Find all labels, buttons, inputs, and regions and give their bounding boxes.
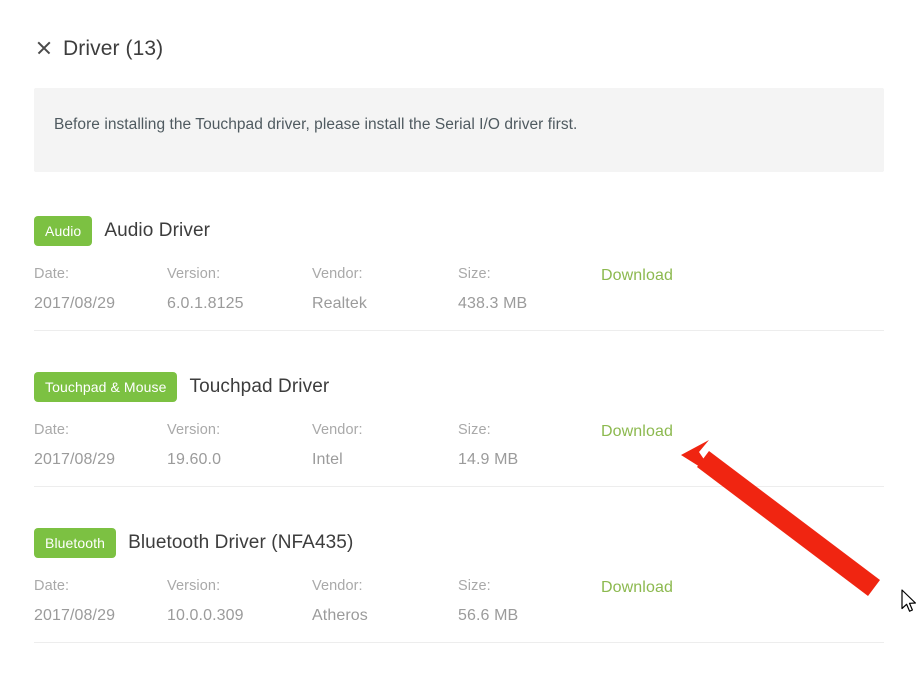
category-badge: Bluetooth [34,528,116,558]
notice-text: Before installing the Touchpad driver, p… [54,114,577,136]
meta-vendor: Vendor: Intel [312,423,363,468]
vendor-label: Vendor: [312,267,367,282]
meta-size: Size: 56.6 MB [458,579,518,624]
notice-banner: Before installing the Touchpad driver, p… [34,88,884,172]
page-header: Driver (13) [0,0,919,63]
table-row: Touchpad & Mouse Touchpad Driver Date: 2… [34,372,884,487]
meta-action: Download [601,423,673,441]
version-value: 19.60.0 [167,452,221,468]
date-value: 2017/08/29 [34,296,115,312]
driver-title: Bluetooth Driver (NFA435) [128,532,353,554]
row-spacer [34,331,884,372]
vendor-label: Vendor: [312,579,368,594]
mouse-cursor [901,589,919,615]
vendor-label: Vendor: [312,423,363,438]
meta-date: Date: 2017/08/29 [34,423,115,468]
vendor-value: Atheros [312,608,368,624]
date-label: Date: [34,423,115,438]
meta-size: Size: 438.3 MB [458,267,527,312]
size-label: Size: [458,267,527,282]
meta-vendor: Vendor: Atheros [312,579,368,624]
page-title: Driver (13) [63,38,163,59]
vendor-value: Realtek [312,296,367,312]
driver-meta: Date: 2017/08/29 Version: 6.0.1.8125 Ven… [34,267,884,327]
driver-list-page: Driver (13) Before installing the Touchp… [0,0,919,687]
driver-meta: Date: 2017/08/29 Version: 10.0.0.309 Ven… [34,579,884,639]
driver-list: Audio Audio Driver Date: 2017/08/29 Vers… [34,216,884,643]
meta-version: Version: 10.0.0.309 [167,579,244,624]
driver-header: Touchpad & Mouse Touchpad Driver [34,372,884,402]
version-label: Version: [167,267,244,282]
driver-header: Bluetooth Bluetooth Driver (NFA435) [34,528,884,558]
meta-vendor: Vendor: Realtek [312,267,367,312]
date-label: Date: [34,267,115,282]
driver-title: Touchpad Driver [189,376,329,398]
vendor-value: Intel [312,452,363,468]
table-row: Audio Audio Driver Date: 2017/08/29 Vers… [34,216,884,331]
category-badge: Audio [34,216,92,246]
version-value: 10.0.0.309 [167,608,244,624]
size-value: 56.6 MB [458,608,518,624]
date-label: Date: [34,579,115,594]
driver-meta: Date: 2017/08/29 Version: 19.60.0 Vendor… [34,423,884,483]
driver-header: Audio Audio Driver [34,216,884,246]
meta-size: Size: 14.9 MB [458,423,518,468]
size-label: Size: [458,423,518,438]
download-link[interactable]: Download [601,579,673,596]
date-value: 2017/08/29 [34,452,115,468]
meta-action: Download [601,267,673,285]
row-separator [34,642,884,643]
version-label: Version: [167,579,244,594]
meta-action: Download [601,579,673,597]
driver-title: Audio Driver [104,220,210,242]
table-row: Bluetooth Bluetooth Driver (NFA435) Date… [34,528,884,643]
download-link[interactable]: Download [601,267,673,284]
close-icon[interactable] [34,38,54,58]
size-value: 438.3 MB [458,296,527,312]
meta-date: Date: 2017/08/29 [34,579,115,624]
touchpad-download-link[interactable]: Download [601,423,673,440]
size-value: 14.9 MB [458,452,518,468]
row-separator [34,330,884,331]
meta-version: Version: 19.60.0 [167,423,221,468]
size-label: Size: [458,579,518,594]
date-value: 2017/08/29 [34,608,115,624]
version-value: 6.0.1.8125 [167,296,244,312]
row-spacer [34,487,884,528]
meta-date: Date: 2017/08/29 [34,267,115,312]
meta-version: Version: 6.0.1.8125 [167,267,244,312]
version-label: Version: [167,423,221,438]
row-separator [34,486,884,487]
category-badge: Touchpad & Mouse [34,372,177,402]
